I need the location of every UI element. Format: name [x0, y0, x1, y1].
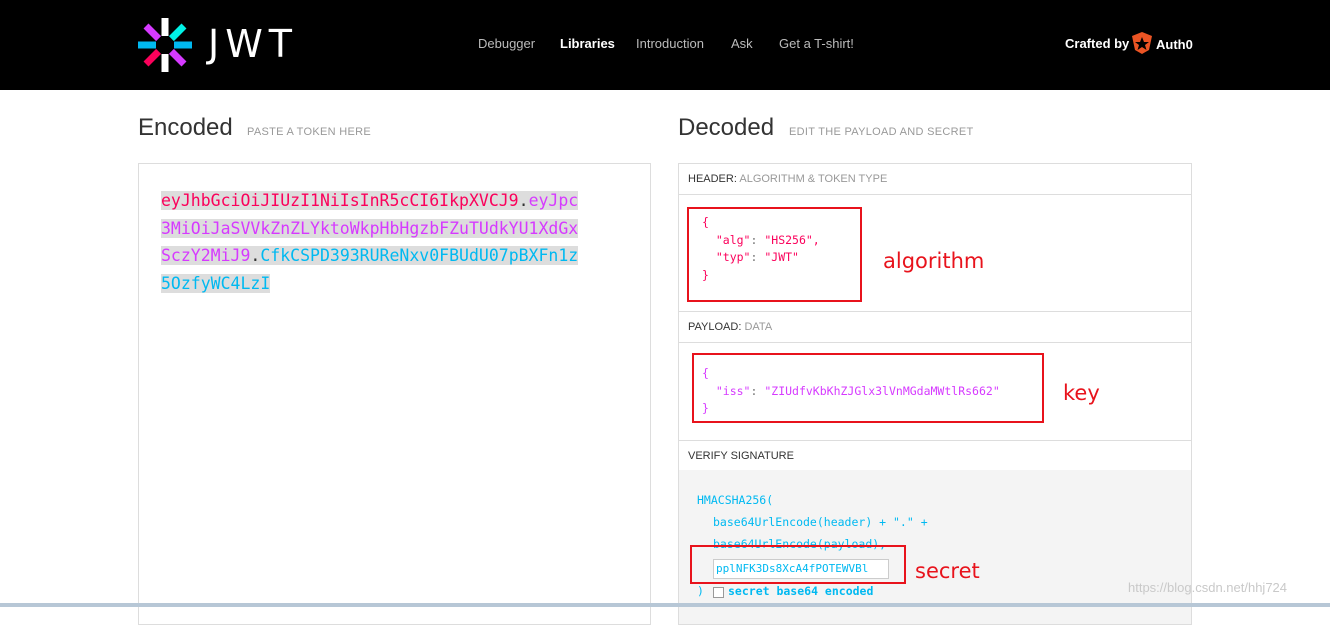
encoded-subtitle: PASTE A TOKEN HERE — [247, 126, 371, 138]
header-section-label: HEADER: — [688, 173, 737, 185]
algorithm-annotation-box — [687, 207, 862, 302]
payload-section-title: PAYLOAD: DATA — [679, 311, 1191, 343]
token-header-part: eyJhbGciOiJIUzI1NiIsInR5cCI6IkpXVCJ9 — [161, 191, 519, 210]
top-navigation-bar: JWT Debugger Libraries Introduction Ask … — [0, 0, 1330, 90]
nav-libraries[interactable]: Libraries — [560, 36, 615, 51]
watermark-url: https://blog.csdn.net/hhj724 — [1128, 580, 1288, 595]
nav-introduction[interactable]: Introduction — [636, 36, 704, 51]
header-section-sublabel: ALGORITHM & TOKEN TYPE — [739, 173, 888, 185]
decoded-title: Decoded — [678, 114, 775, 141]
secret-annotation-label: secret — [915, 559, 980, 583]
jwt-logo-icon[interactable] — [137, 17, 193, 73]
encoded-token-textarea[interactable]: eyJhbGciOiJIUzI1NiIsInR5cCI6IkpXVCJ9.eyJ… — [138, 163, 651, 625]
crafted-by-label: Crafted by — [1065, 36, 1130, 51]
token-separator: . — [518, 191, 529, 210]
nav-debugger[interactable]: Debugger — [478, 36, 535, 51]
secret-annotation-box — [690, 545, 906, 584]
logo-wordmark[interactable]: JWT — [208, 22, 298, 66]
verify-section-label: VERIFY SIGNATURE — [688, 450, 794, 462]
nav-get-tshirt[interactable]: Get a T-shirt! — [779, 36, 854, 51]
encoded-token[interactable]: eyJhbGciOiJIUzI1NiIsInR5cCI6IkpXVCJ9.eyJ… — [161, 187, 581, 297]
key-annotation-box — [692, 353, 1044, 423]
decoded-subtitle: EDIT THE PAYLOAD AND SECRET — [789, 126, 974, 138]
payload-section-label: PAYLOAD: — [688, 321, 742, 333]
auth0-brand-link[interactable]: Auth0 — [1156, 37, 1193, 52]
key-annotation-label: key — [1063, 381, 1100, 405]
verify-section-title: VERIFY SIGNATURE — [679, 440, 1191, 472]
nav-ask[interactable]: Ask — [731, 36, 753, 51]
token-separator: . — [250, 246, 261, 265]
secret-base64-checkbox[interactable] — [713, 587, 724, 598]
verify-line-close: ) — [697, 584, 704, 598]
payload-section-sublabel: DATA — [744, 321, 773, 333]
algorithm-annotation-label: algorithm — [883, 249, 985, 273]
verify-line-header: base64UrlEncode(header) + "." + — [713, 515, 928, 529]
verify-line-hmac: HMACSHA256( — [697, 493, 774, 507]
secret-base64-label: secret base64 encoded — [728, 584, 874, 598]
bottom-divider — [0, 603, 1330, 607]
auth0-shield-icon[interactable] — [1132, 32, 1152, 54]
encoded-title: Encoded — [138, 114, 233, 141]
header-section-title: HEADER: ALGORITHM & TOKEN TYPE — [679, 164, 1191, 195]
